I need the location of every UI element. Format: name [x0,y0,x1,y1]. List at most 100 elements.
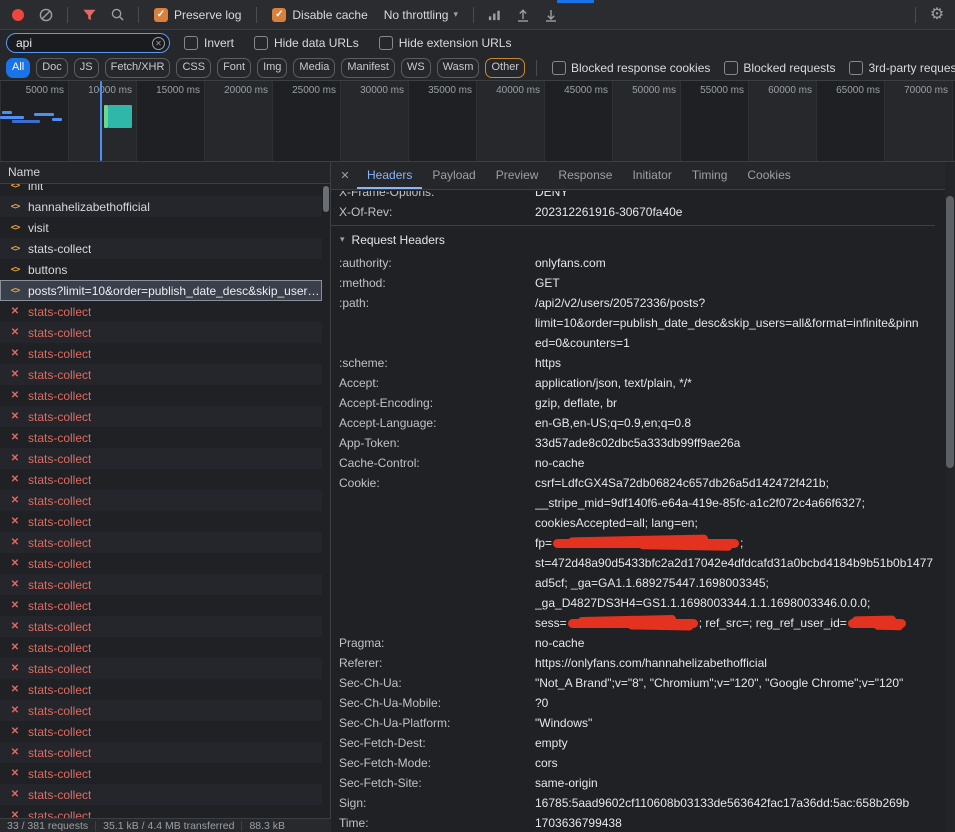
request-row[interactable]: <>visit [0,217,322,238]
hide-data-urls-checkbox[interactable]: Hide data URLs [254,36,359,50]
error-icon: ✕ [8,705,22,716]
request-row[interactable]: ✕stats-collect [0,511,322,532]
tab-response[interactable]: Response [548,162,622,189]
filter-chip-all[interactable]: All [6,58,30,78]
tab-headers[interactable]: Headers [357,162,422,189]
request-row[interactable]: <>hannahelizabethofficial [0,196,322,217]
request-row[interactable]: ✕stats-collect [0,595,322,616]
request-headers-section[interactable]: ▾ Request Headers [331,226,935,253]
header-row: Cookie:csrf=LdfcGX4Sa72db06824c657db26a5… [331,473,935,633]
close-details-button[interactable]: ✕ [333,162,357,189]
clear-log-button[interactable] [34,4,58,26]
request-row[interactable]: ✕stats-collect [0,343,322,364]
blocked-requests-checkbox[interactable]: Blocked requests [724,61,835,75]
header-name: Sec-Ch-Ua-Mobile: [339,693,535,713]
network-conditions-button[interactable] [483,4,507,26]
tab-initiator[interactable]: Initiator [622,162,681,189]
request-row[interactable]: ✕stats-collect [0,784,322,805]
request-row[interactable]: ✕stats-collect [0,406,322,427]
filter-chip-other[interactable]: Other [485,58,525,78]
disable-cache-checkbox[interactable]: ✓ Disable cache [272,8,367,22]
redaction-scribble [848,619,906,628]
request-row[interactable]: ✕stats-collect [0,385,322,406]
request-row[interactable]: <>init [0,184,322,196]
header-row: Accept-Language:en-GB,en-US;q=0.9,en;q=0… [331,413,935,433]
blocked-response-cookies-checkbox[interactable]: Blocked response cookies [552,61,710,75]
error-icon: ✕ [8,663,22,674]
settings-button[interactable]: ⚙ [925,4,949,26]
overview-ruler[interactable]: 5000 ms10000 ms15000 ms20000 ms25000 ms3… [0,81,955,162]
filter-chip-img[interactable]: Img [257,58,287,78]
search-button[interactable] [105,4,129,26]
request-row[interactable]: ✕stats-collect [0,679,322,700]
request-row[interactable]: ✕stats-collect [0,469,322,490]
request-row[interactable]: ✕stats-collect [0,490,322,511]
header-name: :authority: [339,253,535,273]
scrollbar-thumb[interactable] [323,186,329,212]
request-row[interactable]: ✕stats-collect [0,616,322,637]
requests-count: 33 / 381 requests [0,821,96,831]
request-row[interactable]: ✕stats-collect [0,721,322,742]
header-name: Sec-Fetch-Site: [339,773,535,793]
request-row[interactable]: ✕stats-collect [0,532,322,553]
header-value: no-cache [535,633,935,653]
tab-preview[interactable]: Preview [486,162,549,189]
request-name: stats-collect [28,515,91,529]
request-row[interactable]: ✕stats-collect [0,658,322,679]
request-row[interactable]: ✕stats-collect [0,364,322,385]
export-har-button[interactable] [539,4,563,26]
request-list-scrollbar [322,184,330,818]
preserve-log-checkbox[interactable]: ✓ Preserve log [154,8,241,22]
tab-cookies[interactable]: Cookies [737,162,800,189]
script-file-icon: <> [8,286,22,296]
filter-chip-css[interactable]: CSS [176,58,211,78]
filter-chip-wasm[interactable]: Wasm [437,58,480,78]
request-row[interactable]: <>stats-collect [0,238,322,259]
header-name: :method: [339,273,535,293]
request-row[interactable]: ✕stats-collect [0,322,322,343]
request-row[interactable]: ✕stats-collect [0,742,322,763]
error-icon: ✕ [8,642,22,653]
request-name: stats-collect [28,599,91,613]
request-row[interactable]: ✕stats-collect [0,427,322,448]
tab-payload[interactable]: Payload [422,162,485,189]
request-row[interactable]: ✕stats-collect [0,553,322,574]
clear-filter-button[interactable]: ✕ [152,37,165,50]
request-row[interactable]: ✕stats-collect [0,448,322,469]
script-file-icon: <> [8,244,22,254]
name-column-header[interactable]: Name [0,162,330,184]
request-row[interactable]: ✕stats-collect [0,805,322,818]
separator [67,7,68,23]
filter-chip-manifest[interactable]: Manifest [341,58,395,78]
request-row[interactable]: ✕stats-collect [0,637,322,658]
checkbox-checked-icon: ✓ [154,8,168,22]
filter-chip-js[interactable]: JS [74,58,99,78]
request-row[interactable]: ✕stats-collect [0,763,322,784]
filter-chip-font[interactable]: Font [217,58,251,78]
tab-timing[interactable]: Timing [682,162,738,189]
hide-extension-urls-checkbox[interactable]: Hide extension URLs [379,36,512,50]
invert-checkbox[interactable]: Invert [184,36,234,50]
scrollbar-thumb[interactable] [946,196,954,468]
header-value: application/json, text/plain, */* [535,373,935,393]
request-row[interactable]: ✕stats-collect [0,301,322,322]
request-row[interactable]: ✕stats-collect [0,700,322,721]
record-button[interactable] [6,4,30,26]
header-name: Pragma: [339,633,535,653]
header-name: Accept-Language: [339,413,535,433]
third-party-requests-checkbox[interactable]: 3rd-party requests [849,61,955,75]
request-row[interactable]: ✕stats-collect [0,574,322,595]
throttling-select[interactable]: No throttling ▾ [384,8,458,22]
filter-input[interactable] [6,33,170,53]
blocked-requests-label: Blocked requests [743,61,835,75]
filter-chip-ws[interactable]: WS [401,58,431,78]
filter-toggle-button[interactable] [77,4,101,26]
filter-chip-media[interactable]: Media [293,58,335,78]
filter-chip-doc[interactable]: Doc [36,58,68,78]
request-row[interactable]: <>posts?limit=10&order=publish_date_desc… [0,280,322,301]
import-har-button[interactable] [511,4,535,26]
error-icon: ✕ [8,432,22,443]
request-row[interactable]: <>buttons [0,259,322,280]
request-headers-list: :authority:onlyfans.com:method:GET:path:… [331,253,935,832]
filter-chip-fetch-xhr[interactable]: Fetch/XHR [105,58,171,78]
